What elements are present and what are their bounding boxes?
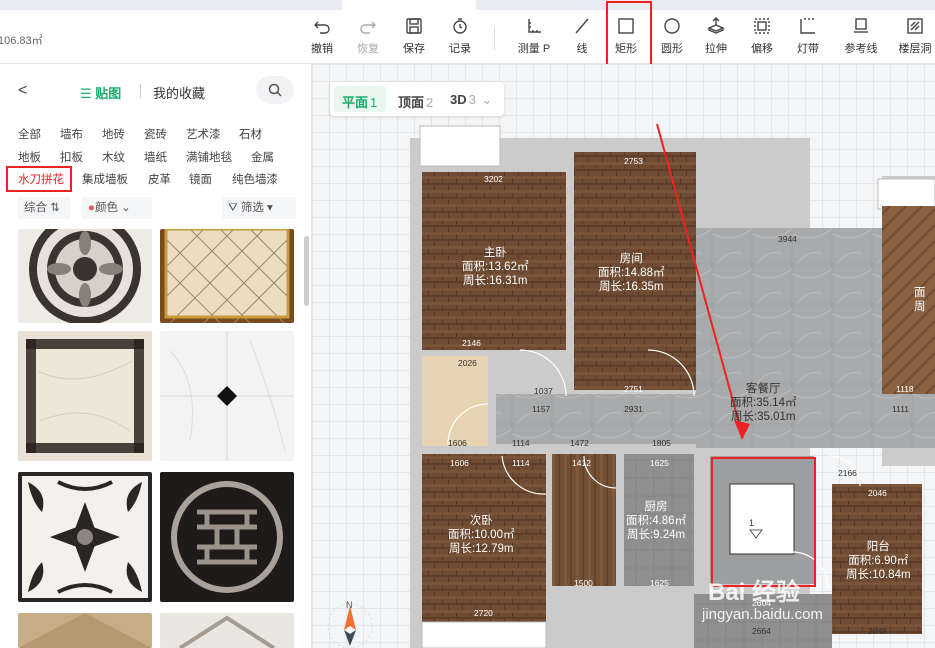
sort-dropdown[interactable]: 综合 ⇅ (18, 197, 70, 219)
tab-divider (140, 84, 141, 98)
main-toolbar: 106.83㎡ 撤销 恢复 保存 记录 测量 P 线 矩形 圆形 拉伸 偏移 灯… (0, 10, 935, 64)
circle-button[interactable]: 圆形 (650, 16, 694, 60)
room-label-room: 房间 面积:14.88㎡ 周长:16.35m (598, 253, 665, 293)
texture-thumb-7[interactable] (18, 613, 152, 648)
save-icon (406, 18, 422, 34)
redo-icon (360, 21, 376, 34)
tab-favorites[interactable]: 我的收藏 (153, 83, 205, 102)
category-tile[interactable]: 瓷砖 (144, 126, 167, 142)
category-metal[interactable]: 金属 (251, 149, 274, 165)
list-icon: ☰ (80, 86, 96, 101)
clock-icon (453, 18, 467, 34)
category-mirror[interactable]: 镜面 (189, 171, 212, 187)
search-icon (268, 83, 282, 97)
category-wallpaper[interactable]: 墙纸 (144, 149, 167, 165)
category-floortile[interactable]: 地砖 (102, 126, 125, 142)
rectangle-icon (618, 18, 634, 34)
redo-button[interactable]: 恢复 (346, 16, 390, 60)
palette-icon: ● (88, 202, 95, 214)
texture-thumb-6[interactable] (160, 472, 294, 602)
room-label-balcony: 阳台 面积:6.90㎡ 周长:10.84m (846, 541, 911, 581)
panel-scrollbar[interactable] (304, 236, 309, 306)
search-button[interactable] (256, 76, 294, 104)
extrude-button[interactable]: 拉伸 (694, 16, 738, 60)
active-tab[interactable] (342, 0, 476, 10)
floorplan-canvas[interactable]: 1 3202 2753 3944 2146 2026 2751 1037 115… (312, 64, 935, 648)
extrude-icon (707, 17, 725, 34)
color-filter[interactable]: ●颜色 ⌄ (82, 197, 152, 219)
save-button[interactable]: 保存 (392, 16, 436, 60)
category-wallcloth[interactable]: 墙布 (60, 126, 83, 142)
compass-label: N (346, 600, 353, 610)
record-button[interactable]: 记录 (438, 16, 482, 60)
tab-texture[interactable]: ☰ 贴图 (80, 83, 121, 102)
texture-thumb-8[interactable] (160, 613, 294, 648)
caret-down-icon: ▾ (263, 202, 273, 214)
rectangle-button[interactable]: 矩形 (604, 16, 648, 60)
tab-plan[interactable]: 平面 1 (342, 92, 377, 111)
line-button[interactable]: 线 (560, 16, 604, 60)
measure-button[interactable]: 测量 P (512, 16, 556, 60)
room-label-master: 主卧 面积:13.62㎡ 周长:16.31m (462, 247, 529, 287)
total-area-text: 106.83㎡ (0, 35, 43, 47)
lightstrip-icon (800, 18, 815, 34)
back-button[interactable]: < (18, 82, 27, 100)
category-all[interactable]: 全部 (18, 126, 41, 142)
sort-icon: ⇅ (47, 202, 60, 214)
dimension-labels: 3202 2753 3944 2146 2026 2751 1037 1157 … (448, 156, 914, 636)
lightstrip-button[interactable]: 灯带 (786, 16, 830, 60)
tab-3d[interactable]: 3D 3 ⌄ (450, 92, 492, 108)
texture-thumb-5[interactable] (18, 472, 152, 602)
watermark: Bai 经验 (708, 579, 801, 606)
category-panel[interactable]: 扣板 (60, 149, 83, 165)
floorhole-icon (907, 18, 923, 34)
view-switcher: 平面 1 顶面 2 3D 3 ⌄ (330, 82, 504, 116)
tab-ceiling[interactable]: 顶面 2 (398, 92, 433, 111)
category-woodgrain[interactable]: 木纹 (102, 149, 125, 165)
refline-icon (854, 18, 868, 33)
toolbar-separator (494, 28, 495, 50)
category-waterjet[interactable]: 水刀拼花 (18, 171, 64, 187)
room-label-right: 面 周 (914, 287, 926, 313)
texture-thumb-1[interactable] (18, 229, 152, 323)
undo-button[interactable]: 撤销 (300, 16, 344, 60)
room-label-second: 次卧 面积:10.00㎡ 周长:12.79m (448, 515, 515, 555)
texture-thumb-2[interactable] (160, 229, 294, 323)
filter-dropdown[interactable]: ⛛ 筛选 ▾ (222, 197, 296, 219)
offset-button[interactable]: 偏移 (740, 16, 784, 60)
line-icon (575, 18, 589, 34)
offset-icon (754, 18, 770, 34)
texture-panel: < ☰ 贴图 我的收藏 全部 墙布 地砖 瓷砖 艺术漆 石材 地板 扣板 木纹 … (0, 64, 312, 648)
category-wallboard[interactable]: 集成墙板 (82, 171, 128, 187)
room-label-kitchen: 厨房 面积:4.86㎡ 周长:9.24m (626, 501, 687, 541)
category-stone[interactable]: 石材 (239, 126, 262, 142)
refline-button[interactable]: 参考线 (836, 16, 886, 60)
chevron-down-icon: ⌄ (117, 202, 131, 214)
ruler-icon (528, 19, 541, 33)
top-tab-strip (0, 0, 935, 10)
undo-icon (314, 21, 330, 34)
watermark-url: jingyan.baidu.com (702, 606, 823, 623)
room-label-living: 客餐厅 面积:35.14㎡ 周长:35.01m (730, 383, 797, 423)
category-woodfloor[interactable]: 地板 (18, 149, 41, 165)
category-leather[interactable]: 皮革 (148, 171, 171, 187)
circle-icon (664, 18, 680, 34)
category-carpet[interactable]: 满铺地毯 (186, 149, 232, 165)
floorhole-button[interactable]: 楼层洞 (893, 16, 935, 60)
category-artpaint[interactable]: 艺术漆 (186, 126, 221, 142)
funnel-icon: ⛛ (228, 202, 241, 214)
texture-thumb-4[interactable] (160, 331, 294, 461)
category-solidpaint[interactable]: 纯色墙漆 (232, 171, 278, 187)
chevron-down-icon: ⌄ (477, 92, 493, 107)
texture-thumb-3[interactable] (18, 331, 152, 461)
